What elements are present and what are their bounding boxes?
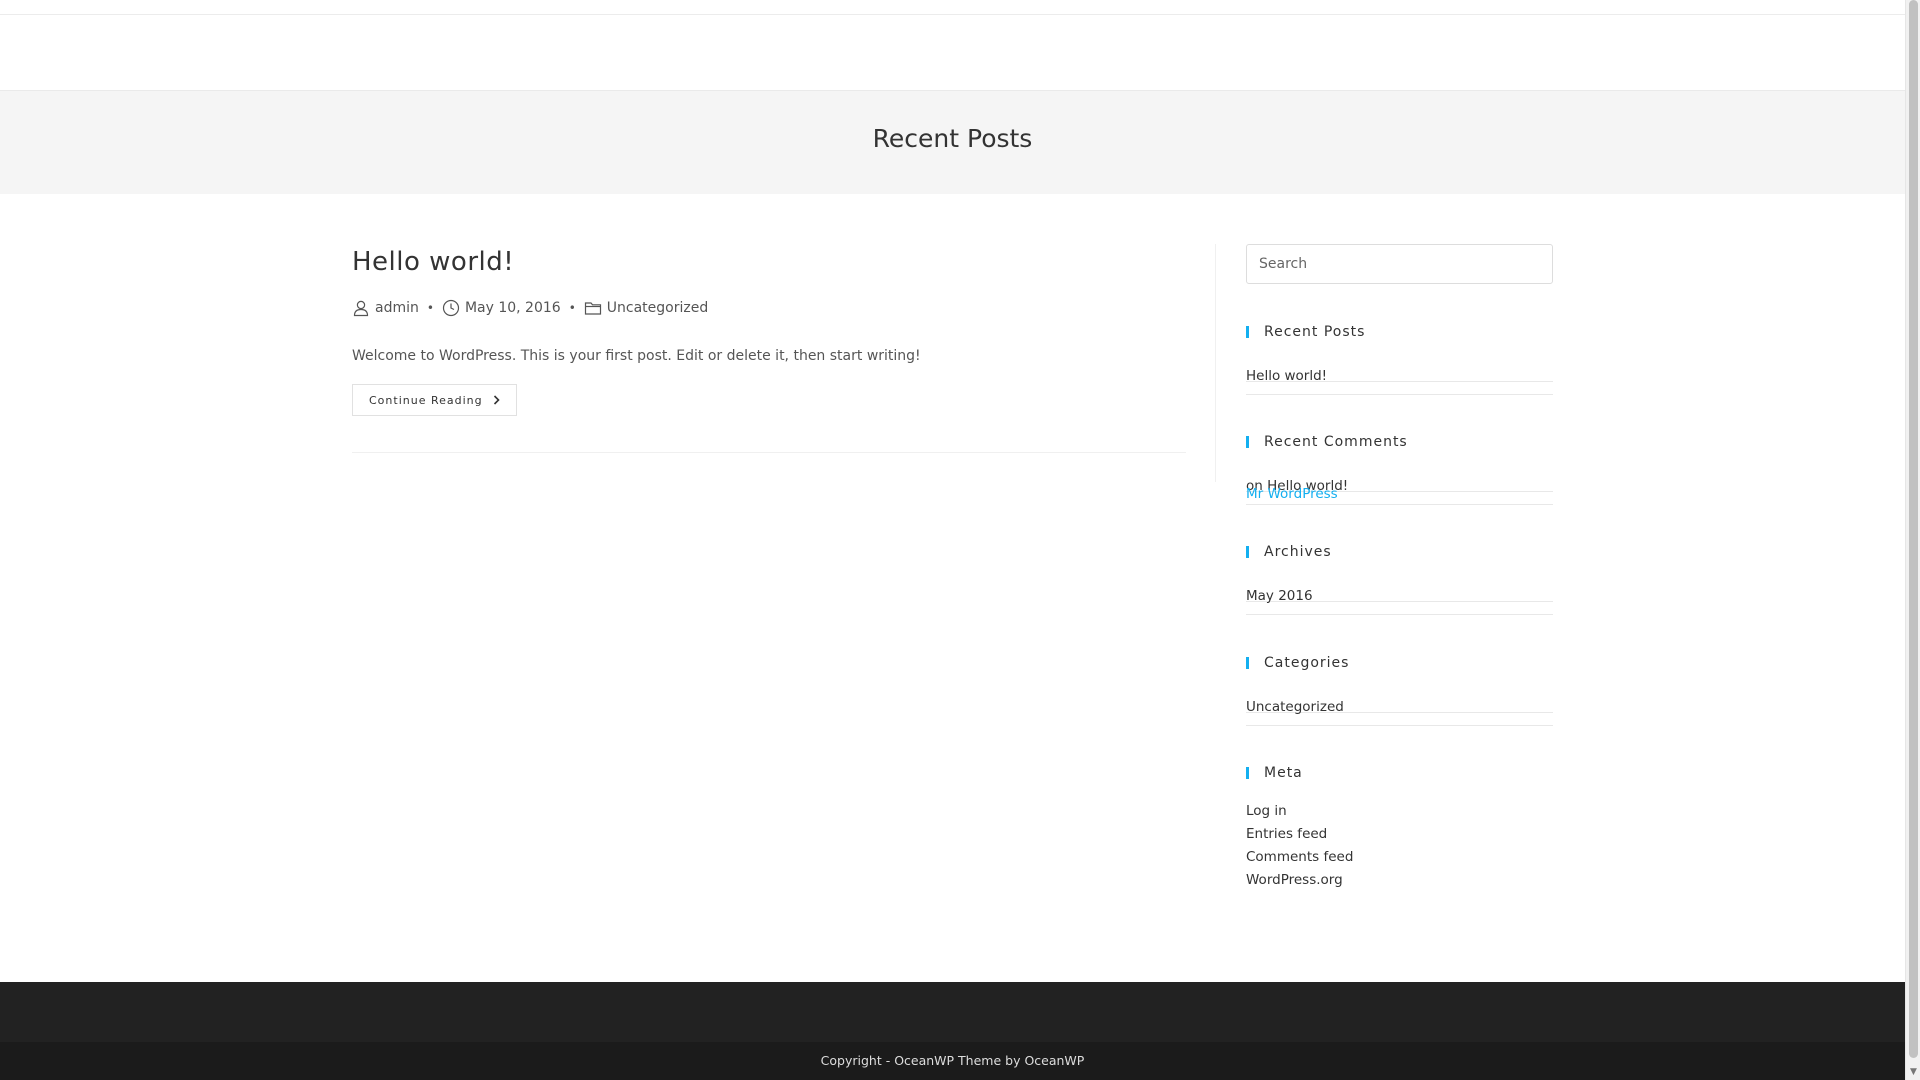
scrollbar[interactable]: ▼ [1905,0,1920,1080]
post-author: admin [352,299,419,317]
archive-link[interactable]: May 2016 [1246,586,1313,606]
date-text: May 10, 2016 [464,300,561,316]
page-title: Recent Posts [872,124,1033,153]
page-header: Recent Posts [0,91,1905,194]
meta-login-link[interactable]: Log in [1246,801,1553,821]
meta-comments-feed-link[interactable]: Comments feed [1246,847,1553,867]
footer-bottom: Copyright - OceanWP Theme by OceanWP [0,1042,1905,1080]
recent-post-link[interactable]: Hello world! [1246,366,1327,386]
post-title-link[interactable]: Hello world! [352,244,1186,280]
list-item: May 2016 [1246,578,1553,615]
post-divider [352,452,1186,453]
user-icon [353,300,369,317]
list-item: Hello world! [1246,358,1553,395]
category-widget-link[interactable]: Uncategorized [1246,697,1344,717]
post-category: Uncategorized [584,299,708,317]
continue-reading-label: Continue Reading [369,393,483,407]
list-item: Mr WordPress on Hello world! [1246,468,1553,505]
category-link[interactable]: Uncategorized [607,300,708,316]
top-bar [0,0,1905,15]
footer-copyright: Copyright - OceanWP Theme by OceanWP [820,1053,1085,1068]
scroll-down-arrow[interactable]: ▼ [1909,1066,1918,1078]
footer-widgets [0,982,1905,1042]
meta-wordpress-org-link[interactable]: WordPress.org [1246,870,1553,890]
main-content: Hello world! admin • May 10, 2016 • Unca… [352,244,1186,453]
post-date: May 10, 2016 [442,299,561,317]
meta-separator: • [426,301,434,315]
list-item: Uncategorized [1246,689,1553,726]
meta-separator: • [568,301,576,315]
recent-comment: Mr WordPress on Hello world! [1246,476,1348,502]
continue-reading-button[interactable]: Continue Reading [352,384,517,416]
meta-entries-feed-link[interactable]: Entries feed [1246,824,1553,844]
site-header [0,15,1905,91]
post-excerpt: Welcome to WordPress. This is your first… [352,348,921,364]
author-link[interactable]: admin [375,300,419,316]
sidebar: Recent Posts Hello world! Recent Comment… [1246,244,1553,888]
scrollbar-thumb[interactable] [1909,0,1918,1058]
sidebar-separator [1215,244,1216,482]
folder-icon [584,302,601,315]
comment-author-link[interactable]: Mr WordPress [1246,484,1338,504]
clock-icon [442,299,460,317]
chevron-right-icon [493,395,500,405]
search-input[interactable] [1246,244,1553,284]
post-meta: admin • May 10, 2016 • Uncategorized [352,296,1186,320]
